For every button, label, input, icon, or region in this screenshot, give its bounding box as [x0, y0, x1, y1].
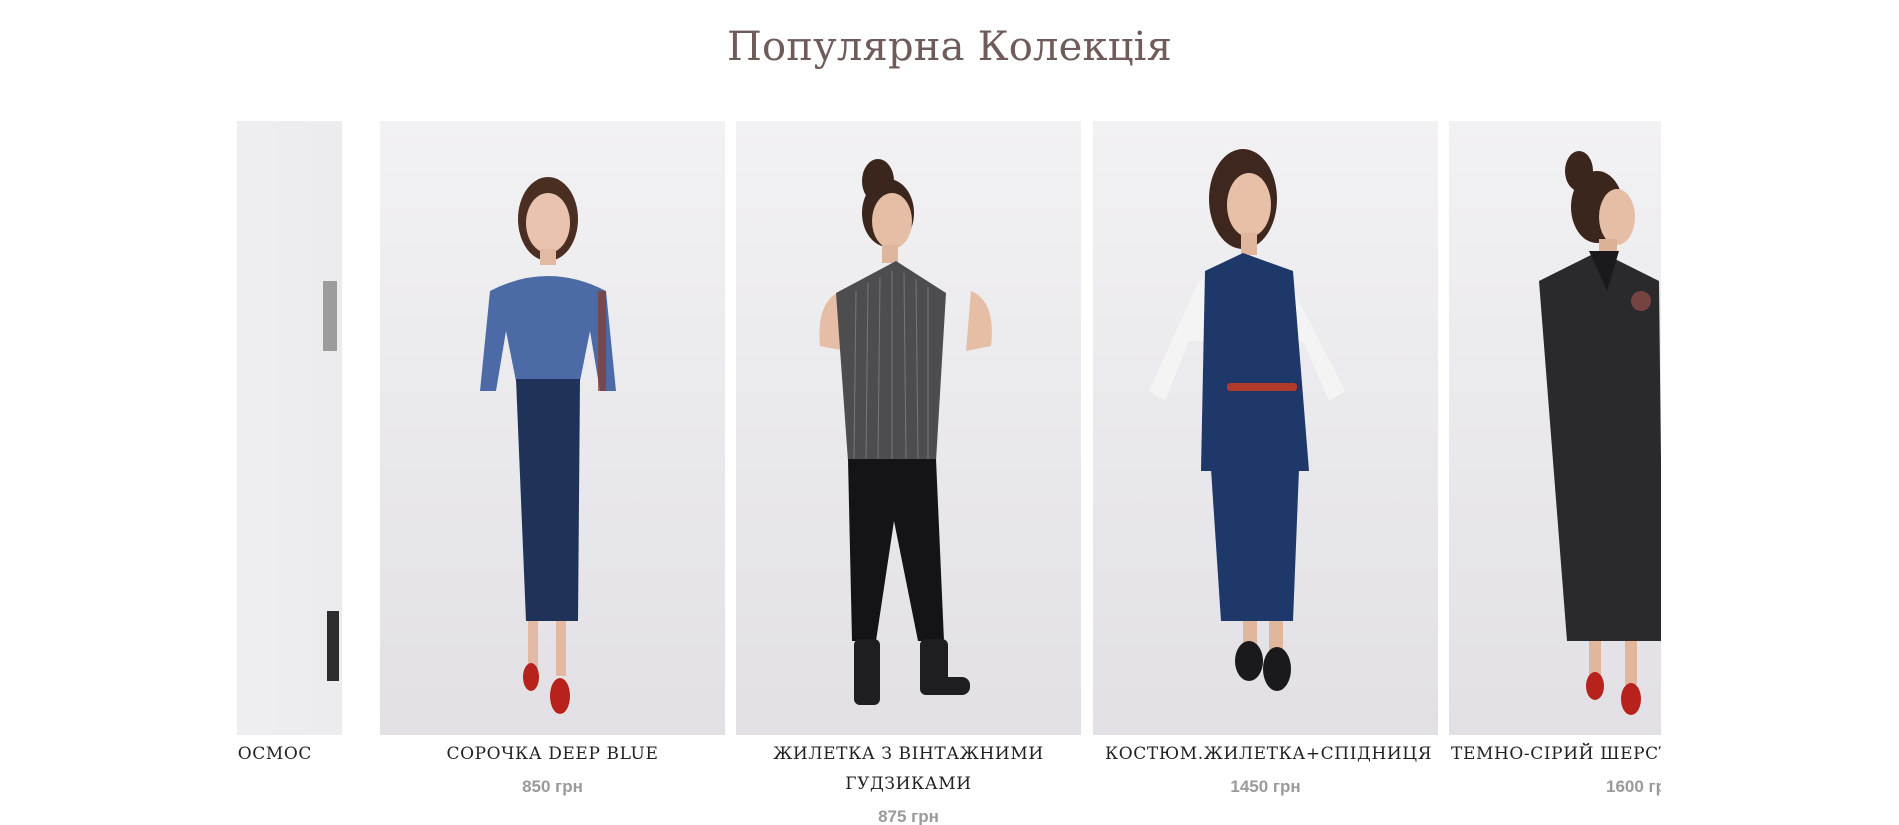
product-price: рн — [237, 777, 342, 797]
product-price: 850 грн — [522, 777, 583, 796]
product-name[interactable]: ТЕМНО-СІРИЙ ШЕРСТЯ — [1449, 739, 1661, 769]
model-figure — [1539, 151, 1661, 715]
section-title: Популярна Колекція — [726, 24, 1173, 70]
page: Популярна Колекція А КОСМОС рн — [0, 0, 1899, 825]
product-card[interactable]: ЖИЛЕТКА З ВІНТАЖНИМИ ГУДЗИКАМИ 875 грн — [736, 121, 1081, 825]
product-image[interactable] — [1449, 121, 1661, 735]
product-card[interactable]: СОРОЧКА DEEP BLUE 850 грн — [380, 121, 725, 797]
product-card[interactable]: ТЕМНО-СІРИЙ ШЕРСТЯ 1600 гр — [1449, 121, 1661, 797]
product-card[interactable]: КОСТЮМ.ЖИЛЕТКА+СПІДНИЦЯ 1450 грн — [1093, 121, 1438, 797]
product-name[interactable]: КОСТЮМ.ЖИЛЕТКА+СПІДНИЦЯ — [1093, 739, 1438, 769]
product-name[interactable]: А КОСМОС — [237, 739, 342, 769]
product-image[interactable] — [736, 121, 1081, 735]
model-figure — [819, 159, 992, 705]
product-price: 1600 гр — [1606, 777, 1661, 796]
product-price: 1450 грн — [1230, 777, 1301, 796]
product-image[interactable] — [1093, 121, 1438, 735]
model-figure — [323, 281, 339, 681]
product-card[interactable]: А КОСМОС рн — [237, 121, 342, 797]
product-image[interactable] — [380, 121, 725, 735]
product-name[interactable]: СОРОЧКА DEEP BLUE — [380, 739, 725, 769]
model-figure — [480, 177, 616, 714]
product-price: 875 грн — [878, 807, 939, 825]
product-name[interactable]: ЖИЛЕТКА З ВІНТАЖНИМИ ГУДЗИКАМИ — [736, 739, 1081, 799]
product-image[interactable] — [237, 121, 342, 735]
product-carousel[interactable]: А КОСМОС рн СОРОЧКА DEEP BLUE — [237, 121, 1661, 825]
model-figure — [1149, 149, 1345, 691]
